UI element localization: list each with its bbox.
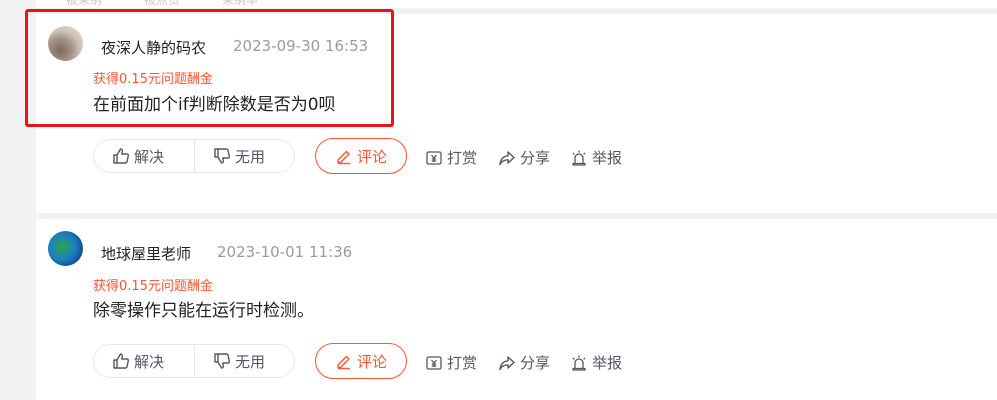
yen-icon [425,149,443,167]
report-label: 举报 [592,149,623,167]
solved-label: 解决 [134,147,165,166]
share-label: 分享 [520,354,551,372]
username[interactable]: 地球屋里老师 [101,243,191,264]
share-button[interactable]: 分享 [498,147,550,168]
previous-card-bottom: 被采纳 被点赞 采纳率 [36,0,997,8]
vote-group: 解决 无用 [93,344,295,378]
solved-button[interactable]: 解决 [112,345,164,377]
yen-icon [425,354,443,372]
alarm-icon [570,354,588,372]
answer-timestamp: 2023-09-30 16:53 [233,37,369,55]
useless-label: 无用 [235,147,266,166]
answer-card: 地球屋里老师 2023-10-01 11:36 获得0.15元问题酬金 除零操作… [36,219,997,400]
tip-button[interactable]: 打赏 [425,352,477,373]
stat-label: 被采纳 [66,0,103,7]
reward-text: 获得0.15元问题酬金 [93,72,213,87]
pencil-icon [335,352,353,370]
thumb-down-icon [213,352,231,370]
share-arrow-icon [498,354,516,372]
answer-content: 在前面加个if判断除数是否为0呗 [93,95,336,115]
useless-label: 无用 [235,352,266,371]
solved-label: 解决 [134,352,165,371]
comment-button[interactable]: 评论 [315,138,407,174]
divider [194,345,195,377]
pencil-icon [335,147,353,165]
thumb-up-icon [112,352,130,370]
avatar[interactable] [48,26,83,61]
thumb-down-icon [213,147,231,165]
comment-label: 评论 [356,147,387,166]
useless-button[interactable]: 无用 [213,140,265,172]
solved-button[interactable]: 解决 [112,140,164,172]
tip-label: 打赏 [447,354,478,372]
report-button[interactable]: 举报 [570,147,622,168]
avatar[interactable] [48,231,83,266]
alarm-icon [570,149,588,167]
report-button[interactable]: 举报 [570,352,622,373]
share-label: 分享 [520,149,551,167]
answer-card: 夜深人静的码农 2023-09-30 16:53 获得0.15元问题酬金 在前面… [36,14,997,213]
stat-label: 被点赞 [144,0,181,7]
tip-label: 打赏 [447,149,478,167]
report-label: 举报 [592,354,623,372]
stat-label: 采纳率 [222,0,259,7]
share-arrow-icon [498,149,516,167]
useless-button[interactable]: 无用 [213,345,265,377]
divider [194,140,195,172]
reward-text: 获得0.15元问题酬金 [93,279,213,294]
share-button[interactable]: 分享 [498,352,550,373]
username[interactable]: 夜深人静的码农 [101,37,206,58]
answer-timestamp: 2023-10-01 11:36 [217,243,353,261]
comment-button[interactable]: 评论 [315,343,407,379]
answer-content: 除零操作只能在运行时检测。 [93,301,314,321]
thumb-up-icon [112,147,130,165]
tip-button[interactable]: 打赏 [425,147,477,168]
comment-label: 评论 [356,352,387,371]
vote-group: 解决 无用 [93,139,295,173]
